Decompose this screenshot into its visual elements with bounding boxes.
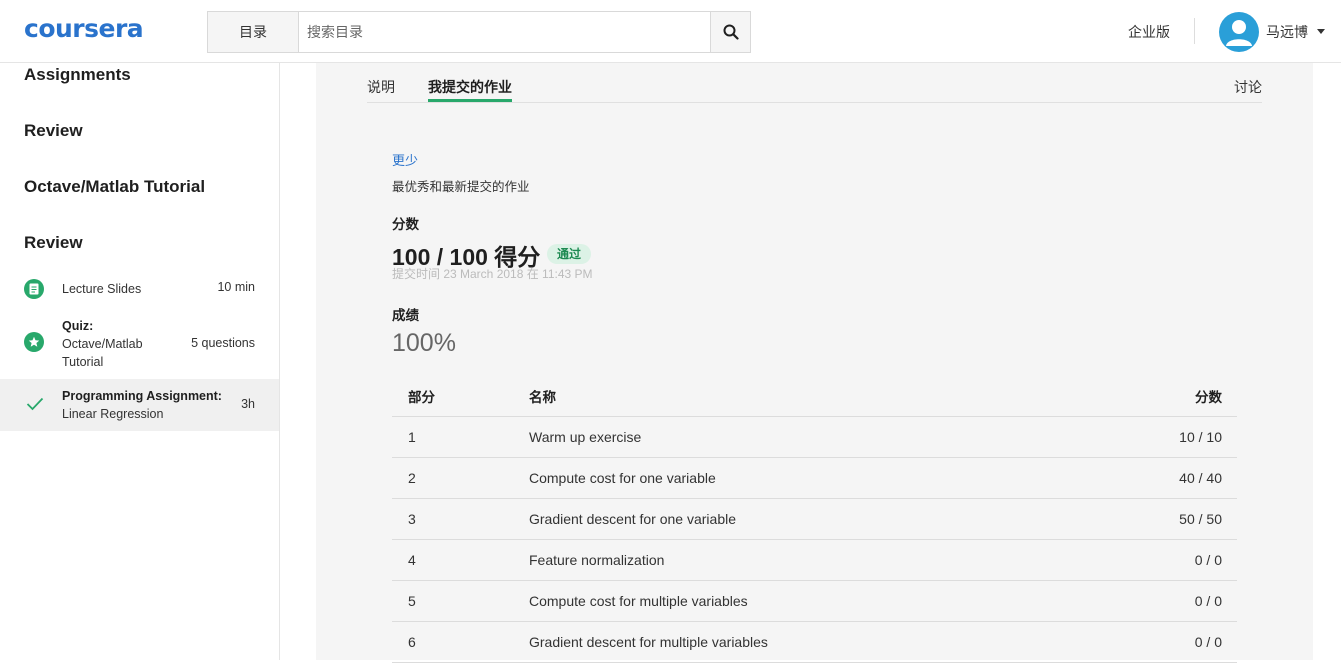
part-name: Warm up exercise: [529, 416, 1100, 458]
table-row: 4 Feature normalization 0 / 0: [392, 539, 1237, 581]
score-label: 分数: [392, 217, 419, 232]
sidebar-item-duration: 5 questions: [191, 336, 255, 350]
sidebar-section-assignments[interactable]: Assignments: [24, 65, 131, 85]
part-number: 1: [392, 416, 529, 458]
status-badge: 通过: [547, 244, 592, 264]
course-sidebar: Assignments Review Octave/Matlab Tutoria…: [0, 63, 280, 660]
sidebar-item-lecture-slides[interactable]: Lecture Slides 10 min: [0, 269, 279, 309]
lecture-slides-icon: [24, 279, 44, 299]
user-icon: [1226, 20, 1252, 46]
table-row: 5 Compute cost for multiple variables 0 …: [392, 580, 1237, 622]
sidebar-item-label: Octave/Matlab Tutorial: [62, 337, 143, 369]
sidebar-section-review-2[interactable]: Review: [24, 233, 83, 253]
part-number: 4: [392, 539, 529, 581]
tab-discussions[interactable]: 讨论: [1234, 77, 1262, 97]
check-icon: [26, 397, 44, 411]
part-score: 0 / 0: [1099, 539, 1237, 581]
show-less-link[interactable]: 更少: [392, 150, 418, 169]
star-icon: [24, 332, 44, 352]
table-row: 6 Gradient descent for multiple variable…: [392, 621, 1237, 663]
catalog-button[interactable]: 目录: [208, 12, 299, 52]
table-row: 3 Gradient descent for one variable 50 /…: [392, 498, 1237, 540]
search-input[interactable]: [299, 12, 711, 52]
header-divider: [1194, 18, 1195, 44]
part-score: 0 / 0: [1099, 621, 1237, 663]
sidebar-item-duration: 3h: [241, 397, 255, 411]
assignment-tabs: 说明 我提交的作业 讨论: [367, 63, 1262, 103]
parts-table: 部分 名称 分数 1 Warm up exercise 10 / 10 2 Co…: [392, 376, 1237, 663]
sidebar-item-programming-assignment[interactable]: Programming Assignment: Linear Regressio…: [0, 379, 279, 431]
sidebar-item-quiz[interactable]: Quiz: Octave/Matlab Tutorial 5 questions: [0, 315, 279, 375]
submission-subtitle: 最优秀和最新提交的作业: [392, 180, 530, 194]
sidebar-item-type: Quiz:: [62, 319, 94, 333]
table-header-row: 部分 名称 分数: [392, 376, 1237, 417]
table-row: 2 Compute cost for one variable 40 / 40: [392, 457, 1237, 499]
avatar[interactable]: [1219, 12, 1259, 52]
part-name: Gradient descent for multiple variables: [529, 621, 1100, 663]
sidebar-item-text: Programming Assignment: Linear Regressio…: [62, 387, 222, 423]
part-score: 10 / 10: [1099, 416, 1237, 458]
part-score: 50 / 50: [1099, 498, 1237, 540]
top-header: coursera 目录 企业版 马远博: [0, 0, 1341, 63]
sidebar-item-label: Linear Regression: [62, 407, 164, 421]
part-number: 3: [392, 498, 529, 540]
sidebar-section-review[interactable]: Review: [24, 121, 83, 141]
submitted-time: 提交时间 23 March 2018 在 11:43 PM: [392, 267, 593, 281]
part-number: 6: [392, 621, 529, 663]
search-icon: [723, 24, 739, 40]
user-name[interactable]: 马远博: [1266, 22, 1308, 42]
part-number: 5: [392, 580, 529, 622]
column-header-name: 名称: [529, 376, 1100, 417]
part-score: 40 / 40: [1099, 457, 1237, 499]
sidebar-item-text: Quiz: Octave/Matlab Tutorial: [62, 317, 182, 371]
enterprise-link[interactable]: 企业版: [1128, 22, 1170, 42]
grade-label: 成绩: [392, 308, 419, 323]
grade-value: 100%: [392, 329, 456, 357]
column-header-part: 部分: [392, 376, 529, 417]
chevron-down-icon[interactable]: [1317, 29, 1325, 34]
column-header-score: 分数: [1099, 376, 1237, 417]
tab-instructions[interactable]: 说明: [367, 77, 395, 97]
search-bar: 目录: [207, 11, 751, 53]
part-number: 2: [392, 457, 529, 499]
table-row: 1 Warm up exercise 10 / 10: [392, 416, 1237, 458]
part-name: Compute cost for one variable: [529, 457, 1100, 499]
sidebar-section-octave-tutorial[interactable]: Octave/Matlab Tutorial: [24, 177, 205, 197]
part-name: Gradient descent for one variable: [529, 498, 1100, 540]
tab-my-submission[interactable]: 我提交的作业: [428, 77, 512, 97]
part-score: 0 / 0: [1099, 580, 1237, 622]
part-name: Compute cost for multiple variables: [529, 580, 1100, 622]
active-tab-indicator: [428, 99, 512, 102]
sidebar-item-type: Programming Assignment:: [62, 389, 222, 403]
sidebar-item-duration: 10 min: [217, 280, 255, 294]
coursera-logo[interactable]: coursera: [24, 14, 144, 43]
part-name: Feature normalization: [529, 539, 1100, 581]
search-button[interactable]: [710, 12, 750, 52]
sidebar-item-label: Lecture Slides: [62, 282, 142, 296]
